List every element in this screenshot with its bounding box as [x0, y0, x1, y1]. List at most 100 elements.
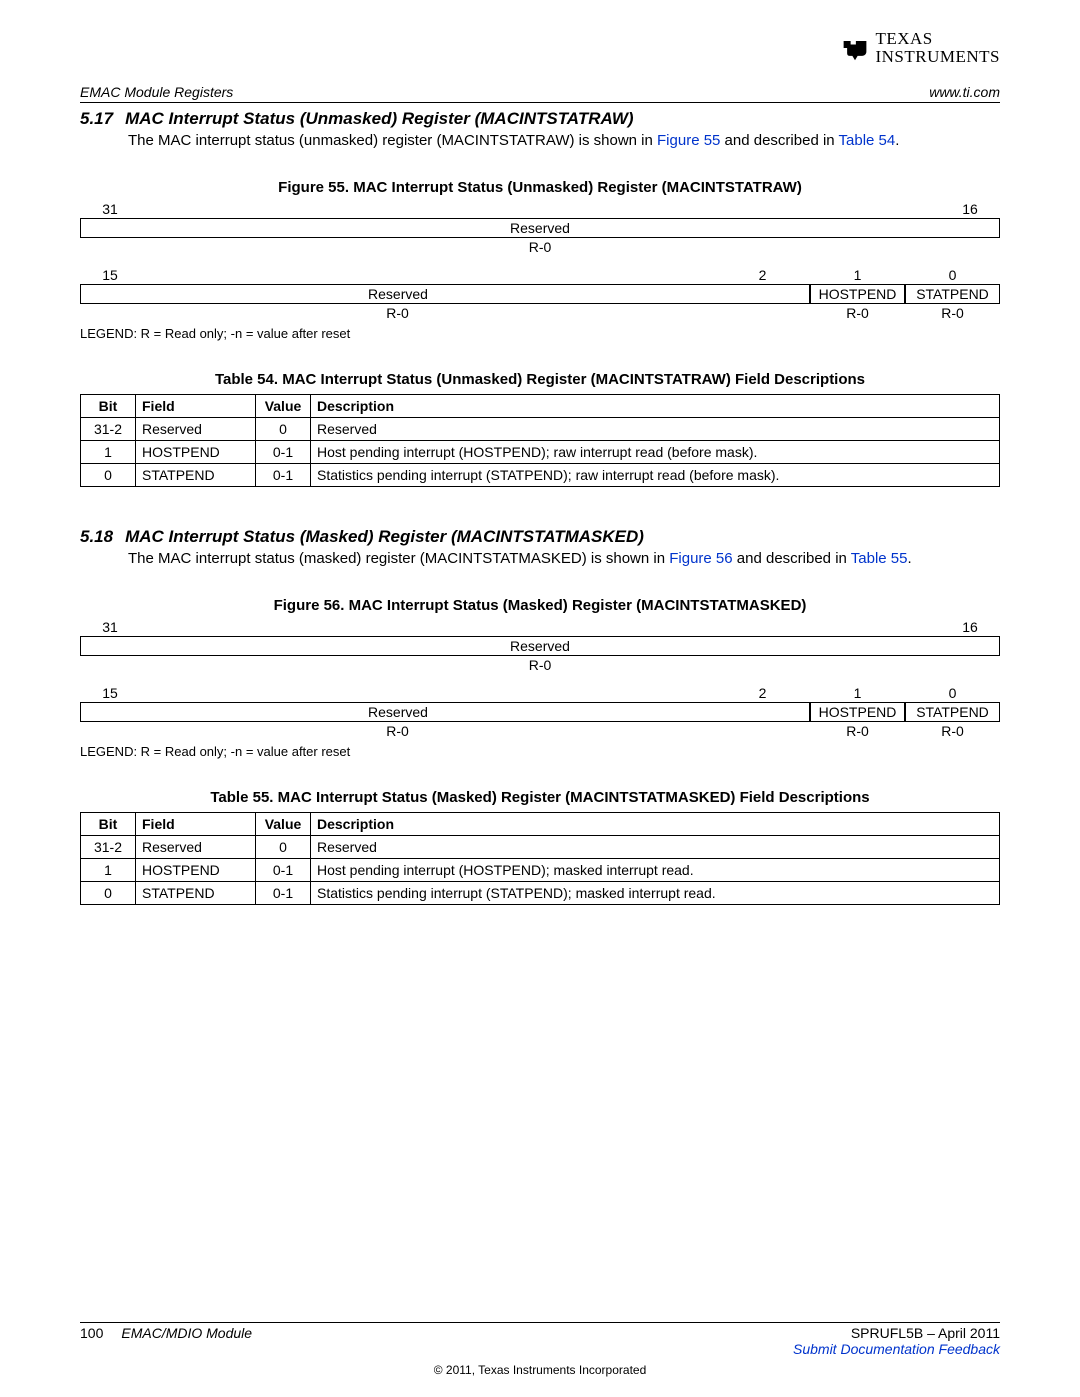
cell-value: 0-1 [256, 463, 311, 486]
figure-55-title: Figure 55. MAC Interrupt Status (Unmaske… [80, 179, 1000, 196]
table-row: 0 STATPEND 0-1 Statistics pending interr… [81, 463, 1000, 486]
cell-bit: 0 [81, 882, 136, 905]
th-value: Value [256, 394, 311, 417]
ti-logo-row: TEXAS INSTRUMENTS [80, 30, 1000, 66]
bit-label-2: 2 [715, 266, 810, 284]
ti-logo-text: TEXAS INSTRUMENTS [875, 30, 1000, 66]
cell-desc: Statistics pending interrupt (STATPEND);… [311, 463, 1000, 486]
body-text-3: . [907, 550, 911, 567]
cell-value: 0 [256, 836, 311, 859]
cell-desc: Host pending interrupt (HOSTPEND); maske… [311, 859, 1000, 882]
page-header: EMAC Module Registers www.ti.com [80, 84, 1000, 103]
section-518-heading: MAC Interrupt Status (Masked) Register (… [125, 527, 644, 547]
field-reserved-high: Reserved [80, 218, 1000, 238]
cell-field: STATPEND [136, 463, 256, 486]
bit-label-16: 16 [940, 618, 1000, 636]
section-517-body: The MAC interrupt status (unmasked) regi… [128, 131, 1000, 151]
th-bit: Bit [81, 394, 136, 417]
bit-label-31: 31 [80, 200, 140, 218]
table-54: Bit Field Value Description 31-2 Reserve… [80, 394, 1000, 487]
footer-page-number: 100 [80, 1325, 103, 1357]
cell-bit: 31-2 [81, 836, 136, 859]
field-hostpend: HOSTPEND [810, 702, 905, 722]
figure-56-link[interactable]: Figure 56 [669, 550, 732, 567]
cell-bit: 0 [81, 463, 136, 486]
cell-field: HOSTPEND [136, 859, 256, 882]
body-text-1: The MAC interrupt status (masked) regist… [128, 550, 669, 567]
ti-brand-line1: TEXAS [875, 30, 1000, 48]
register-diagram-56: 31 16 Reserved R-0 15 2 1 0 Reserved HOS… [80, 618, 1000, 740]
th-bit: Bit [81, 813, 136, 836]
field-statpend: STATPEND [905, 284, 1000, 304]
figure-55-link[interactable]: Figure 55 [657, 132, 720, 149]
th-field: Field [136, 394, 256, 417]
field-hostpend: HOSTPEND [810, 284, 905, 304]
access-r0-hostpend: R-0 [810, 304, 905, 322]
cell-field: HOSTPEND [136, 440, 256, 463]
table-row: 1 HOSTPEND 0-1 Host pending interrupt (H… [81, 440, 1000, 463]
body-text-3: . [895, 132, 899, 149]
section-517-title: 5.17 MAC Interrupt Status (Unmasked) Reg… [80, 109, 1000, 129]
footer-docid: SPRUFL5B – April 2011 [793, 1325, 1000, 1341]
body-text-2: and described in [720, 132, 838, 149]
register-diagram-55: 31 16 Reserved R-0 15 2 1 0 Reserved HOS… [80, 200, 1000, 322]
table-row: 31-2 Reserved 0 Reserved [81, 417, 1000, 440]
bit-label-1: 1 [810, 266, 905, 284]
table-header-row: Bit Field Value Description [81, 813, 1000, 836]
field-statpend: STATPEND [905, 702, 1000, 722]
cell-desc: Statistics pending interrupt (STATPEND);… [311, 882, 1000, 905]
bit-label-15: 15 [80, 266, 140, 284]
table-header-row: Bit Field Value Description [81, 394, 1000, 417]
cell-bit: 31-2 [81, 417, 136, 440]
bit-label-0: 0 [905, 684, 1000, 702]
table-55: Bit Field Value Description 31-2 Reserve… [80, 812, 1000, 905]
cell-desc: Reserved [311, 417, 1000, 440]
table-row: 0 STATPEND 0-1 Statistics pending interr… [81, 882, 1000, 905]
bit-label-2: 2 [715, 684, 810, 702]
body-text-2: and described in [733, 550, 851, 567]
footer-feedback-link[interactable]: Submit Documentation Feedback [793, 1341, 1000, 1357]
table-row: 31-2 Reserved 0 Reserved [81, 836, 1000, 859]
access-r0-high: R-0 [80, 656, 1000, 674]
th-field: Field [136, 813, 256, 836]
field-reserved-low: Reserved [80, 284, 715, 304]
cell-value: 0-1 [256, 859, 311, 882]
body-text-1: The MAC interrupt status (unmasked) regi… [128, 132, 657, 149]
footer-copyright: © 2011, Texas Instruments Incorporated [80, 1363, 1000, 1377]
section-517-heading: MAC Interrupt Status (Unmasked) Register… [125, 109, 633, 129]
ti-brand-line2: INSTRUMENTS [875, 48, 1000, 66]
access-r0-hostpend: R-0 [810, 722, 905, 740]
access-r0-statpend: R-0 [905, 304, 1000, 322]
th-desc: Description [311, 394, 1000, 417]
cell-field: Reserved [136, 836, 256, 859]
cell-field: STATPEND [136, 882, 256, 905]
field-reserved-low: Reserved [80, 702, 715, 722]
section-517-num: 5.17 [80, 109, 113, 129]
bit-label-16: 16 [940, 200, 1000, 218]
cell-value: 0 [256, 417, 311, 440]
bit-label-31: 31 [80, 618, 140, 636]
legend-55: LEGEND: R = Read only; -n = value after … [80, 326, 1000, 341]
th-value: Value [256, 813, 311, 836]
table-54-title: Table 54. MAC Interrupt Status (Unmasked… [80, 371, 1000, 388]
access-r0-low: R-0 [80, 304, 715, 322]
header-right: www.ti.com [929, 84, 1000, 100]
ti-chip-icon [841, 34, 869, 62]
cell-field: Reserved [136, 417, 256, 440]
th-desc: Description [311, 813, 1000, 836]
cell-value: 0-1 [256, 882, 311, 905]
access-r0-high: R-0 [80, 238, 1000, 256]
table-55-link[interactable]: Table 55 [851, 550, 908, 567]
cell-desc: Host pending interrupt (HOSTPEND); raw i… [311, 440, 1000, 463]
ti-logo: TEXAS INSTRUMENTS [841, 30, 1000, 66]
figure-56-title: Figure 56. MAC Interrupt Status (Masked)… [80, 597, 1000, 614]
field-reserved-high: Reserved [80, 636, 1000, 656]
section-518-title: 5.18 MAC Interrupt Status (Masked) Regis… [80, 527, 1000, 547]
access-r0-low: R-0 [80, 722, 715, 740]
access-r0-statpend: R-0 [905, 722, 1000, 740]
section-518-num: 5.18 [80, 527, 113, 547]
table-row: 1 HOSTPEND 0-1 Host pending interrupt (H… [81, 859, 1000, 882]
table-54-link[interactable]: Table 54 [839, 132, 896, 149]
footer-module-name: EMAC/MDIO Module [121, 1325, 252, 1357]
bit-label-15: 15 [80, 684, 140, 702]
